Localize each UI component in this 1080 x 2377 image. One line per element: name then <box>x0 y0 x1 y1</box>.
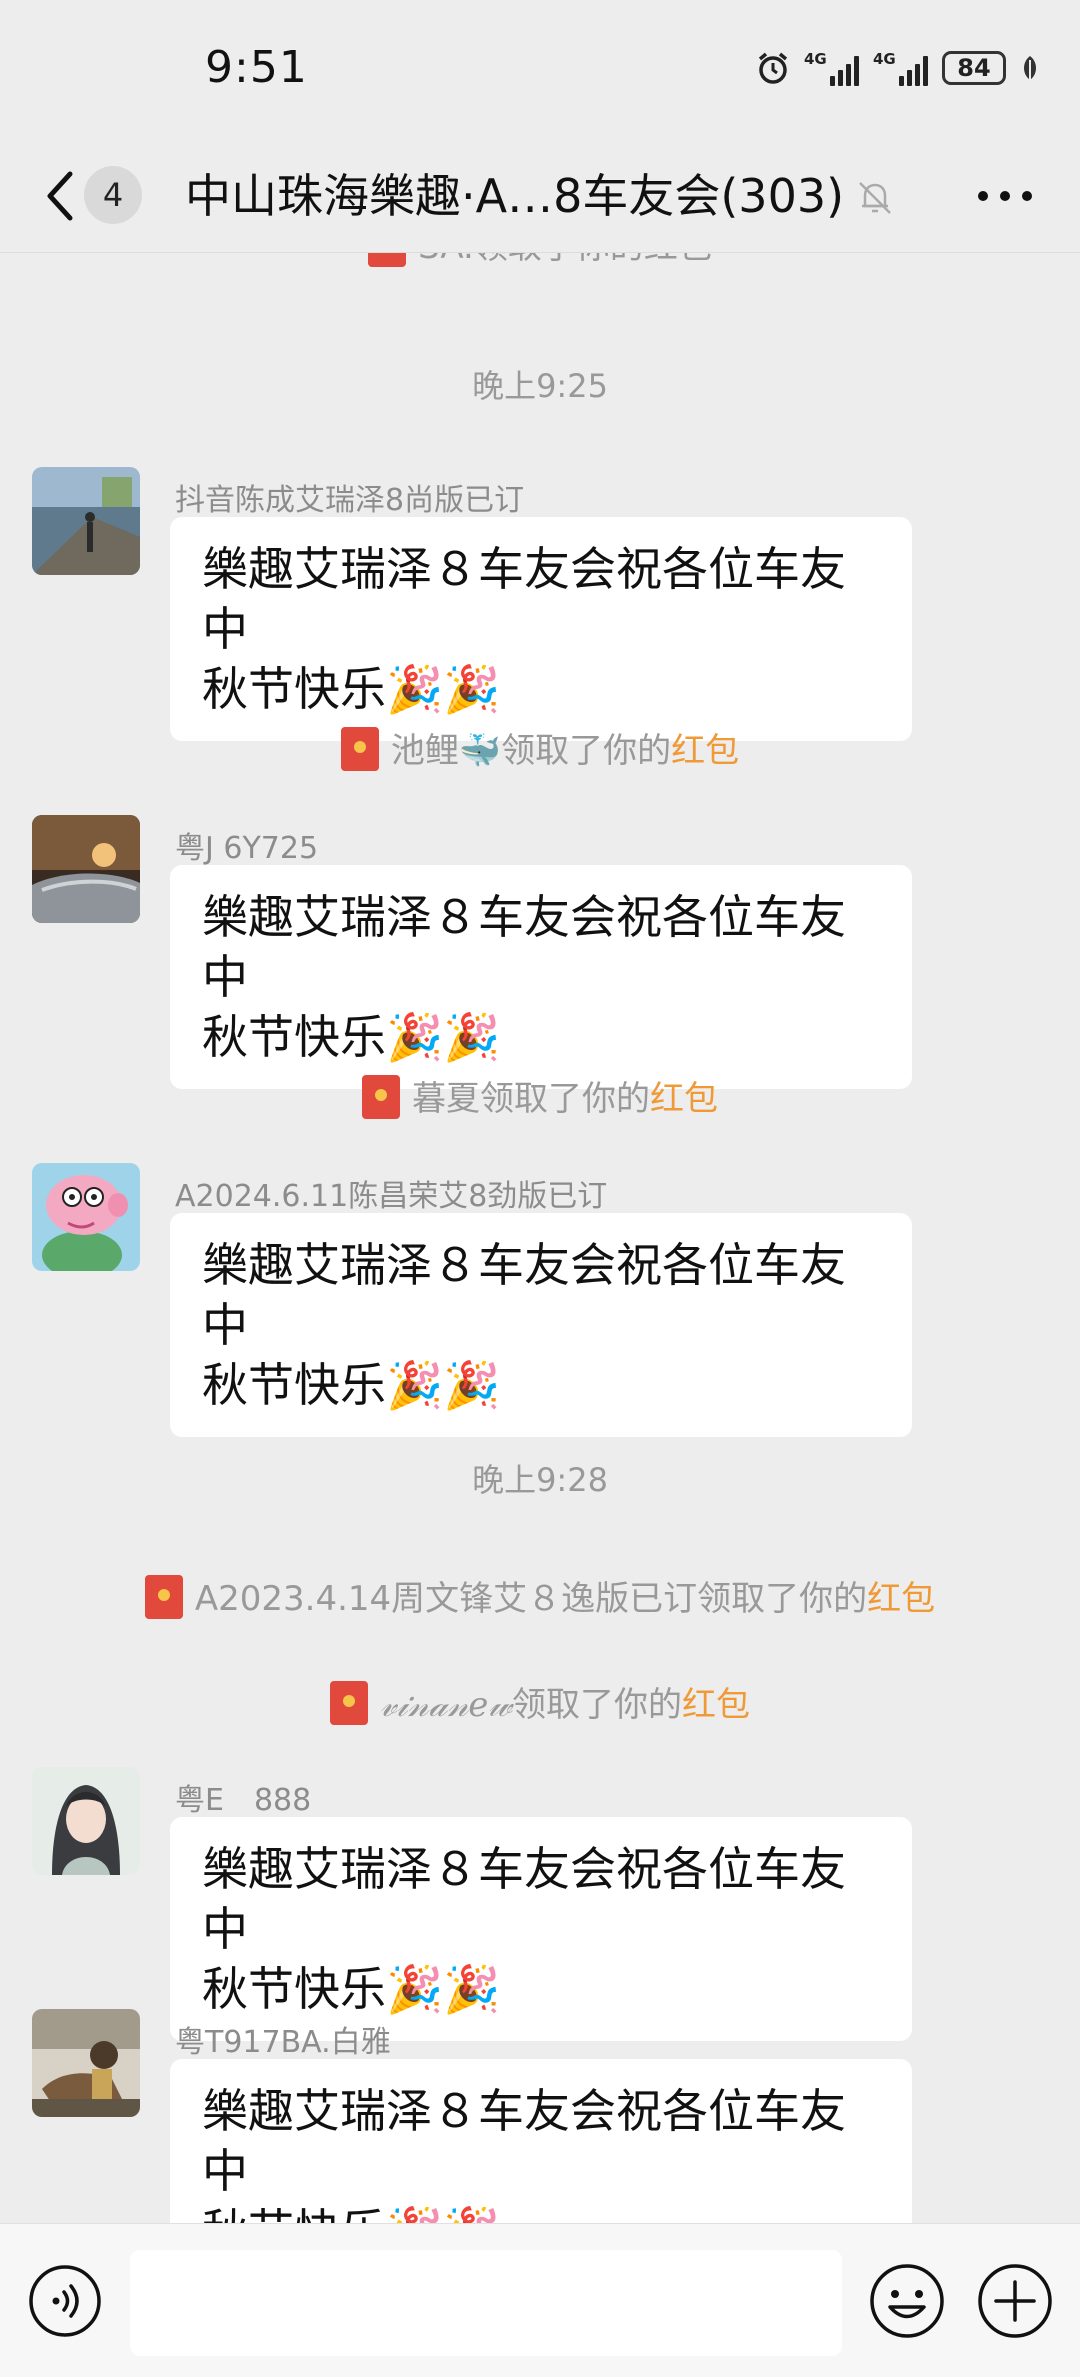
alarm-icon <box>758 52 788 84</box>
system-message: 暮夏领取了你的红包 <box>0 1071 1080 1123</box>
message-bubble[interactable]: 樂趣艾瑞泽８车友会祝各位车友中 秋节快乐🎉🎉 <box>170 1817 912 2041</box>
signal-icon: 4G <box>804 50 859 86</box>
battery-icon: 84 <box>942 51 1006 85</box>
message-input[interactable] <box>130 2250 842 2356</box>
back-arrow-icon[interactable] <box>40 168 80 224</box>
message-text-line: 秋节快乐🎉🎉 <box>202 1962 501 2016</box>
status-icons: 4G 4G 84 <box>756 46 1040 90</box>
mute-bell-icon <box>859 182 891 214</box>
system-message: 池鲤🐳领取了你的红包 <box>0 723 1080 775</box>
system-name: 池鲤🐳 <box>390 731 502 771</box>
system-message: 𝓋𝒾𝓃𝒶𝓃𝑒𝓌领取了你的红包 <box>0 1677 1080 1729</box>
message-text-line: 樂趣艾瑞泽８车友会祝各位车友中 <box>202 890 846 1004</box>
system-name: A2023.4.14周文锋艾８逸版已订 <box>194 1579 698 1619</box>
chat-header: 4 中山珠海樂趣·A…8车友会(303) <box>0 140 1080 253</box>
red-packet-link[interactable]: 红包 <box>867 1579 935 1619</box>
signal-icon: 4G <box>873 50 928 86</box>
system-text: 领取了你的 <box>501 731 672 771</box>
timestamp: 晚上9:25 <box>472 367 608 405</box>
more-icon[interactable] <box>975 190 1035 202</box>
message-bubble[interactable]: 樂趣艾瑞泽８车友会祝各位车友中 秋节快乐🎉🎉 <box>170 517 912 741</box>
unread-count-badge[interactable]: 4 <box>84 166 142 224</box>
avatar[interactable] <box>32 1767 140 1875</box>
message-text-line: 樂趣艾瑞泽８车友会祝各位车友中 <box>202 542 846 656</box>
message-list[interactable]: SA.领取了你的红包 晚上9:25 抖音陈成艾瑞泽8尚版已订 樂趣艾瑞泽８车友会… <box>0 253 1080 2223</box>
red-envelope-icon <box>340 726 379 771</box>
voice-icon[interactable] <box>28 2264 102 2338</box>
system-text: 领取了你的 <box>511 1685 682 1725</box>
sender-name: A2024.6.11陈昌荣艾8劲版已订 <box>175 1179 608 1214</box>
system-name: 𝓋𝒾𝓃𝒶𝓃𝑒𝓌 <box>380 1685 512 1725</box>
message-text-line: 秋节快乐🎉🎉 <box>202 662 501 716</box>
network-type-2: 4G <box>873 50 896 68</box>
red-packet-link[interactable]: 红包 <box>682 1685 750 1725</box>
avatar[interactable] <box>32 815 140 923</box>
red-envelope-icon <box>144 1574 183 1619</box>
avatar[interactable] <box>32 2009 140 2117</box>
avatar[interactable] <box>32 467 140 575</box>
chat-title: 中山珠海樂趣·A…8车友会(303) <box>185 169 845 223</box>
status-time: 9:51 <box>205 42 308 93</box>
message-text-line: 樂趣艾瑞泽８车友会祝各位车友中 <box>202 1238 846 1352</box>
plus-icon[interactable] <box>976 2262 1054 2340</box>
leaf-icon <box>1024 56 1036 80</box>
message-bubble[interactable]: 樂趣艾瑞泽８车友会祝各位车友中 秋节快乐🎉🎉 <box>170 865 912 1089</box>
sender-name: 粤J 6Y725 <box>175 831 319 866</box>
status-bar: 9:51 4G 4G 84 <box>0 0 1080 140</box>
system-message-partial: SA.领取了你的红包 <box>0 253 1080 271</box>
input-bar <box>0 2223 1080 2377</box>
system-text: 领取了你的 <box>480 1079 650 1119</box>
red-envelope-icon <box>330 1680 368 1725</box>
message-text-line: 樂趣艾瑞泽８车友会祝各位车友中 <box>202 2084 846 2198</box>
emoji-icon[interactable] <box>868 2262 946 2340</box>
message-text-line: 秋节快乐🎉🎉 <box>202 1358 501 1412</box>
system-text: SA.领取了你的红包 <box>418 253 712 267</box>
message-text-line: 樂趣艾瑞泽８车友会祝各位车友中 <box>202 1842 846 1956</box>
sender-name: 抖音陈成艾瑞泽8尚版已订 <box>175 483 525 518</box>
sender-name: 粤E 888 <box>175 1783 312 1818</box>
message-bubble[interactable]: 樂趣艾瑞泽８车友会祝各位车友中 秋节快乐🎉🎉 <box>170 2059 912 2223</box>
message-text-line: 秋节快乐🎉🎉 <box>202 1010 501 1064</box>
red-packet-link[interactable]: 红包 <box>671 731 739 771</box>
system-name: 暮夏 <box>412 1079 480 1119</box>
timestamp: 晚上9:28 <box>472 1461 608 1499</box>
avatar[interactable] <box>32 1163 140 1271</box>
sender-name: 粤T917BA.白雅 <box>175 2025 391 2060</box>
message-bubble[interactable]: 樂趣艾瑞泽８车友会祝各位车友中 秋节快乐🎉🎉 <box>170 1213 912 1437</box>
system-message: A2023.4.14周文锋艾８逸版已订领取了你的红包 <box>0 1571 1080 1623</box>
red-envelope-icon <box>362 1074 400 1119</box>
red-packet-link[interactable]: 红包 <box>650 1079 718 1119</box>
red-envelope-icon <box>368 253 407 267</box>
system-text: 领取了你的 <box>697 1579 868 1619</box>
message-text-line: 秋节快乐🎉🎉 <box>202 2201 880 2223</box>
network-type-1: 4G <box>804 50 827 68</box>
